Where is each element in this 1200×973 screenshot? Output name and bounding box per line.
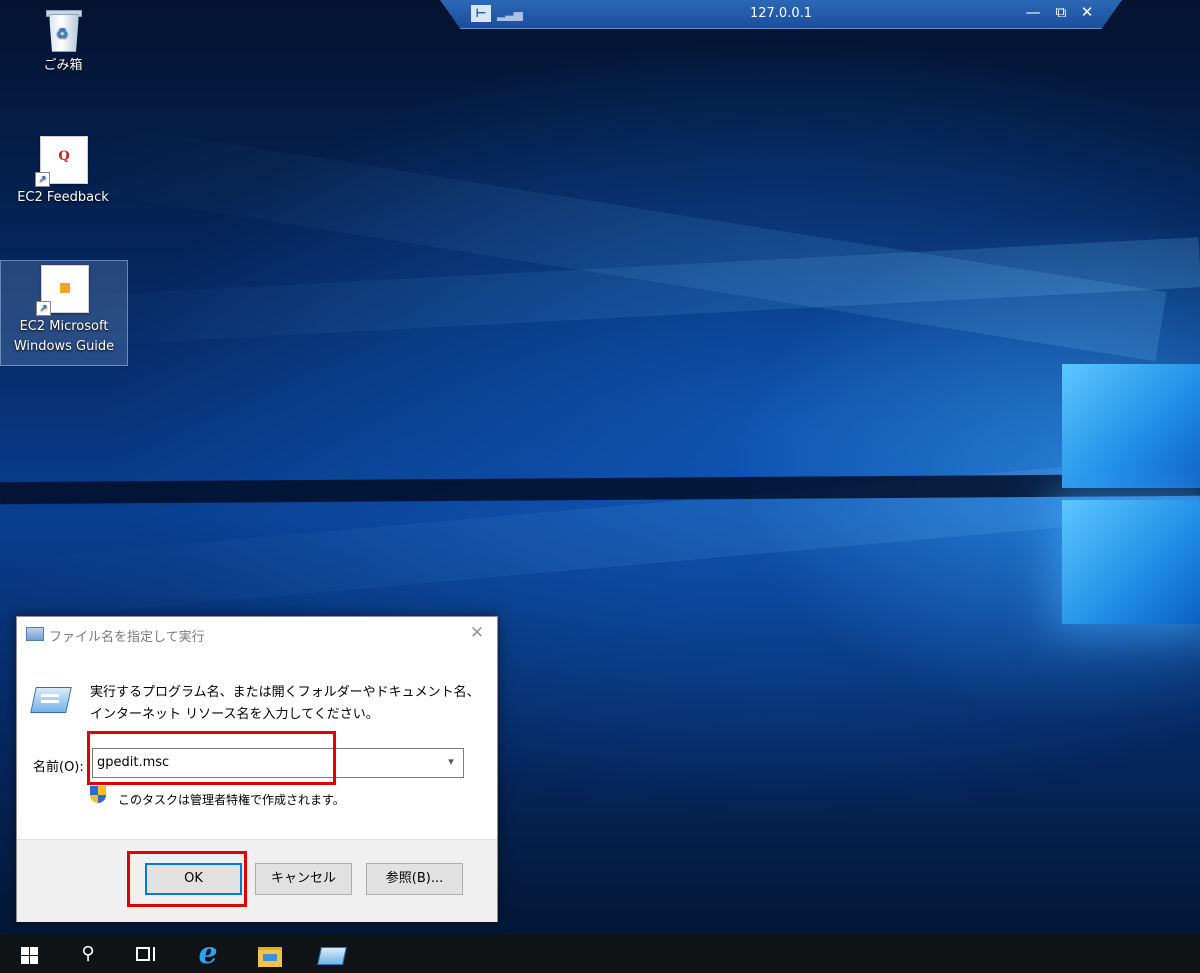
highlight-ok-button <box>127 851 247 907</box>
close-icon[interactable]: ✕ <box>465 622 489 644</box>
windows-logo-pane <box>1062 500 1200 624</box>
search-icon[interactable]: ⚲ <box>64 935 112 973</box>
taskbar: ⚲ e <box>0 935 1200 973</box>
ec2-feedback-glyph: Q <box>58 149 70 164</box>
desktop-icon-ec2-feedback[interactable]: Q ↗ EC2 Feedback <box>0 136 126 220</box>
cancel-button[interactable]: キャンセル <box>255 863 352 895</box>
run-dialog-title: ファイル名を指定して実行 <box>49 630 205 645</box>
desktop-icon-label: ごみ箱 <box>43 58 83 73</box>
run-program-icon <box>30 685 72 713</box>
chevron-down-icon[interactable]: ▾ <box>441 752 461 772</box>
ec2-guide-icon: ↗ <box>36 265 89 316</box>
restore-icon[interactable]: ⧉ <box>1051 3 1071 21</box>
ec2-feedback-icon: Q ↗ <box>35 136 88 187</box>
desktop-background: ⊢ ▂▃▅ 127.0.0.1 — ⧉ ✕ ♻ ごみ箱 Q ↗ EC2 Feed… <box>0 0 1200 935</box>
cube-icon <box>60 283 70 293</box>
admin-privilege-note: このタスクは管理者特権で作成されます。 <box>118 793 345 807</box>
remote-host-title: 127.0.0.1 <box>749 6 813 21</box>
desktop-icon-ec2-guide[interactable]: ↗ EC2 Microsoft Windows Guide <box>0 260 128 366</box>
shortcut-arrow-icon: ↗ <box>35 172 50 187</box>
file-explorer-icon[interactable] <box>244 935 292 973</box>
windows-logo-pane <box>1062 364 1200 488</box>
run-dialog-description: 実行するプログラム名、または開くフォルダーやドキュメント名、インターネット リソ… <box>90 685 480 722</box>
uac-shield-icon <box>90 786 106 804</box>
start-icon[interactable] <box>4 935 52 973</box>
task-view-icon[interactable] <box>122 935 170 973</box>
run-icon[interactable] <box>306 935 354 973</box>
desktop-icon-label-line2: Windows Guide <box>13 339 115 354</box>
desktop-icon-recycle-bin[interactable]: ♻ ごみ箱 <box>0 8 126 92</box>
remote-desktop-bar: ⊢ ▂▃▅ 127.0.0.1 — ⧉ ✕ <box>440 0 1122 29</box>
run-dialog-titlebar[interactable]: ファイル名を指定して実行 ✕ <box>17 617 497 651</box>
desktop-icon-label: EC2 Microsoft Windows Guide <box>1 317 127 357</box>
desktop-icon-label: EC2 Feedback <box>17 190 109 205</box>
desktop-icon-label-line1: EC2 Microsoft <box>19 319 109 334</box>
browse-button[interactable]: 参照(B)... <box>366 863 463 895</box>
close-icon[interactable]: ✕ <box>1077 3 1097 21</box>
highlight-command-input <box>87 731 336 785</box>
recycle-bin-icon: ♻ <box>44 8 82 52</box>
internet-explorer-icon[interactable]: e <box>184 935 232 973</box>
shortcut-arrow-icon: ↗ <box>36 301 51 316</box>
name-field-label: 名前(O): <box>33 760 84 775</box>
run-icon <box>26 627 44 641</box>
minimize-icon[interactable]: — <box>1023 3 1043 21</box>
